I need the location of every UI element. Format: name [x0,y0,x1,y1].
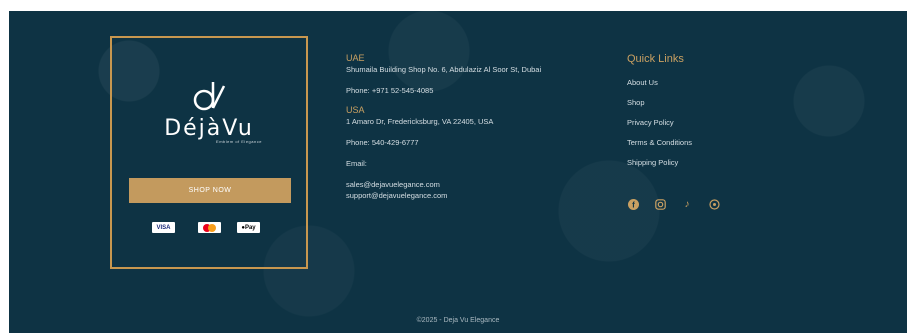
link-about-us[interactable]: About Us [627,78,692,87]
email-label: Email: [346,159,367,168]
contact-column: UAE Shumaila Building Shop No. 6, Abdula… [346,53,586,201]
usa-heading: USA [346,105,365,115]
quick-links-column: Quick Links About Us Shop Privacy Policy… [627,53,692,178]
uae-phone[interactable]: Phone: +971 52-545-4085 [346,85,586,96]
usa-address: 1 Amaro Dr, Fredericksburg, VA 22405, US… [346,117,494,126]
brand-name: DéjàVu [164,116,254,141]
mastercard-icon [198,222,221,233]
site-footer: DéjàVu Emblem of Elegance SHOP NOW VISA … [9,11,907,333]
link-shipping-policy[interactable]: Shipping Policy [627,158,692,167]
visa-icon: VISA [152,222,175,233]
whatsapp-icon[interactable] [708,198,720,210]
link-shop[interactable]: Shop [627,98,692,107]
shop-now-button[interactable]: SHOP NOW [129,178,291,203]
instagram-icon[interactable] [654,198,666,210]
brand-logo[interactable]: DéjàVu Emblem of Elegance [112,78,306,144]
link-privacy-policy[interactable]: Privacy Policy [627,118,692,127]
svg-text:f: f [632,200,635,209]
support-email-link[interactable]: support@dejavuelegance.com [346,190,586,201]
apple-pay-icon: ●Pay [237,222,260,233]
usa-phone[interactable]: Phone: 540-429-6777 [346,137,586,148]
sales-email-link[interactable]: sales@dejavuelegance.com [346,179,586,190]
brand-card: DéjàVu Emblem of Elegance SHOP NOW VISA … [110,36,308,269]
uae-heading: UAE [346,53,365,63]
social-links: f ♪ [627,198,720,210]
link-terms-conditions[interactable]: Terms & Conditions [627,138,692,147]
quick-links-heading: Quick Links [627,53,684,65]
copyright-text: ©2025 - Deja Vu Elegance [416,317,500,324]
facebook-icon[interactable]: f [627,198,639,210]
tiktok-icon[interactable]: ♪ [681,198,693,210]
uae-address: Shumaila Building Shop No. 6, Abdulaziz … [346,65,542,74]
dv-monogram-icon [193,82,226,111]
